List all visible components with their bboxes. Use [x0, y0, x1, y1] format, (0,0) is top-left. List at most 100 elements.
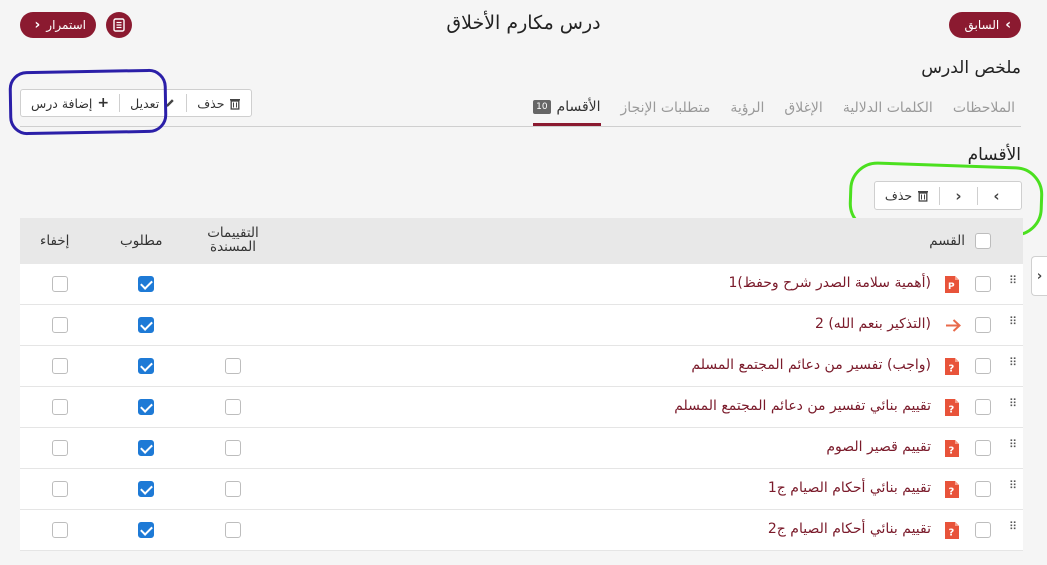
lesson-summary-title: ملخص الدرس: [921, 58, 1021, 78]
drag-handle-icon[interactable]: ⠿: [1009, 357, 1017, 372]
required-checkbox[interactable]: [138, 522, 154, 538]
hide-checkbox[interactable]: [52, 358, 68, 374]
column-header-assessments: التقييمات المسندة: [198, 226, 268, 254]
column-header-assessments-line2: المسندة: [210, 239, 256, 255]
column-header-section: القسم: [929, 233, 965, 249]
row-select-checkbox[interactable]: [975, 440, 991, 456]
section-title-link[interactable]: تقييم بنائي أحكام الصيام ج2: [768, 521, 931, 537]
svg-text:?: ?: [949, 405, 955, 416]
hide-checkbox[interactable]: [52, 522, 68, 538]
svg-text:?: ?: [949, 446, 955, 457]
svg-text:?: ?: [949, 528, 955, 539]
required-checkbox[interactable]: [138, 358, 154, 374]
lesson-tabs: الأقسام 10 متطلبات الإنجاز الرؤية الإغلا…: [533, 90, 1015, 126]
drag-handle-icon[interactable]: ⠿: [1009, 521, 1017, 536]
trash-icon: [230, 98, 241, 110]
toolbar-divider: [939, 186, 940, 205]
powerpoint-icon: P: [944, 275, 960, 294]
tab-closing[interactable]: الإغلاق: [784, 90, 822, 126]
tab-label: الأقسام: [556, 98, 601, 115]
add-lesson-label: إضافة درس: [31, 95, 93, 111]
table-row[interactable]: ⠿? تقييم بنائي أحكام الصيام ج1: [20, 469, 1023, 510]
notebook-icon: [113, 18, 125, 32]
side-panel-toggle[interactable]: ›: [1031, 256, 1047, 296]
delete-label: حذف: [197, 95, 225, 111]
quiz-icon: ?: [944, 480, 960, 499]
page-title: درس مكارم الأخلاق: [446, 12, 601, 34]
hide-checkbox[interactable]: [52, 399, 68, 415]
hide-checkbox[interactable]: [52, 317, 68, 333]
tabs-divider: [20, 126, 1021, 127]
table-row[interactable]: ⠿? تقييم بنائي أحكام الصيام ج2: [20, 510, 1023, 551]
edit-button[interactable]: تعديل: [120, 90, 186, 116]
tab-keywords[interactable]: الكلمات الدلالية: [843, 90, 933, 126]
continue-label: استمرار: [46, 18, 86, 32]
row-select-checkbox[interactable]: [975, 522, 991, 538]
lesson-toolbar: + إضافة درس تعديل حذف: [20, 89, 253, 117]
section-title-link[interactable]: تقييم بنائي تفسير من دعائم المجتمع المسل…: [674, 398, 931, 414]
quiz-icon: ?: [944, 439, 960, 458]
column-header-required: مطلوب: [120, 233, 163, 249]
delete-section-button[interactable]: حذف: [875, 182, 939, 209]
sections-table: القسم التقييمات المسندة مطلوب إخفاء ⠿ P (أ…: [20, 218, 1023, 551]
tab-label: الإغلاق: [784, 100, 823, 116]
row-select-checkbox[interactable]: [975, 481, 991, 497]
section-title-link[interactable]: تقييم قصير الصوم: [826, 439, 931, 455]
delete-button[interactable]: حذف: [187, 90, 251, 116]
assessments-checkbox[interactable]: [225, 481, 241, 497]
tab-completion-requirements[interactable]: متطلبات الإنجاز: [621, 90, 711, 126]
chevron-left-icon: ‹: [34, 17, 41, 33]
hide-checkbox[interactable]: [52, 481, 68, 497]
row-select-checkbox[interactable]: [975, 358, 991, 374]
row-select-checkbox[interactable]: [975, 317, 991, 333]
section-title-link[interactable]: (واجب) تفسير من دعائم المجتمع المسلم: [691, 357, 931, 373]
drag-handle-icon[interactable]: ⠿: [1009, 480, 1017, 495]
arrow-link-icon: [944, 316, 961, 335]
plus-icon: +: [97, 95, 110, 111]
tab-notes[interactable]: الملاحظات: [953, 90, 1015, 126]
section-title-link[interactable]: (التذكير بنعم الله) 2: [815, 316, 931, 332]
table-row[interactable]: ⠿? (واجب) تفسير من دعائم المجتمع المسلم: [20, 346, 1023, 387]
required-checkbox[interactable]: [138, 481, 154, 497]
continue-button[interactable]: استمرار ‹: [20, 12, 96, 38]
table-row[interactable]: ⠿? تقييم قصير الصوم: [20, 428, 1023, 469]
chevron-right-icon: ›: [1036, 268, 1043, 284]
tab-visibility[interactable]: الرؤية: [730, 90, 764, 126]
notebook-button[interactable]: [106, 12, 132, 38]
row-select-checkbox[interactable]: [975, 276, 991, 292]
table-row[interactable]: ⠿ P (أهمية سلامة الصدر شرح وحفظ)1: [20, 264, 1023, 305]
quiz-icon: ?: [944, 357, 960, 376]
table-row[interactable]: ⠿ (التذكير بنعم الله) 2: [20, 305, 1023, 346]
tab-label: الكلمات الدلالية: [842, 100, 933, 116]
tab-sections[interactable]: الأقسام 10: [533, 90, 601, 126]
hide-checkbox[interactable]: [52, 440, 68, 456]
assessments-checkbox[interactable]: [225, 522, 241, 538]
assessments-checkbox[interactable]: [225, 440, 241, 456]
assessments-checkbox[interactable]: [225, 399, 241, 415]
section-title-link[interactable]: تقييم بنائي أحكام الصيام ج1: [768, 480, 931, 496]
hide-checkbox[interactable]: [52, 276, 68, 292]
select-all-checkbox[interactable]: [975, 233, 991, 249]
required-checkbox[interactable]: [138, 276, 154, 292]
delete-section-label: حذف: [884, 188, 913, 203]
toolbar-divider: [186, 94, 188, 112]
required-checkbox[interactable]: [138, 399, 154, 415]
required-checkbox[interactable]: [138, 440, 154, 456]
drag-handle-icon[interactable]: ⠿: [1009, 316, 1017, 331]
lesson-page: › السابق درس مكارم الأخلاق استمرار ‹ ملخ…: [0, 0, 1047, 565]
drag-handle-icon[interactable]: ⠿: [1009, 439, 1017, 454]
drag-handle-icon[interactable]: ⠿: [1009, 398, 1017, 413]
required-checkbox[interactable]: [138, 317, 154, 333]
tab-label: الرؤية: [730, 100, 765, 116]
row-select-checkbox[interactable]: [975, 399, 991, 415]
assessments-checkbox[interactable]: [225, 358, 241, 374]
add-lesson-button[interactable]: + إضافة درس: [21, 90, 119, 116]
sections-toolbar: حذف ‹ ›: [874, 181, 1022, 210]
move-up-button[interactable]: ‹: [940, 182, 977, 209]
section-title-link[interactable]: (أهمية سلامة الصدر شرح وحفظ)1: [728, 275, 931, 291]
sections-title: الأقسام: [967, 145, 1021, 165]
toolbar-divider: [977, 186, 978, 205]
drag-handle-icon[interactable]: ⠿: [1009, 275, 1017, 290]
table-row[interactable]: ⠿? تقييم بنائي تفسير من دعائم المجتمع الم…: [20, 387, 1023, 428]
move-down-button[interactable]: ›: [978, 182, 1015, 209]
